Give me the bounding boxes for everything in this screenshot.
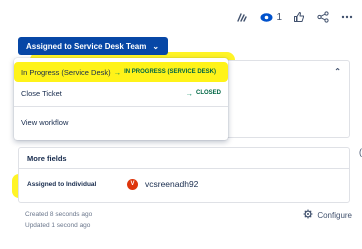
transition-in-progress[interactable]: In Progress (Service Desk) → IN PROGRESS…: [14, 64, 228, 80]
status-lozenge: CLOSED: [195, 90, 221, 96]
issue-side-panel: 1 Assigned to Service Desk Team ⌄ ⌃ In P…: [0, 0, 362, 249]
view-workflow-label: View workflow: [21, 117, 69, 127]
more-fields-title: More fields: [27, 153, 67, 163]
status-lozenge: IN PROGRESS (SERVICE DESK): [124, 69, 217, 75]
eye-icon: [259, 10, 273, 24]
assigned-individual-field[interactable]: Assigned to Individual V vcsreenadh92: [27, 176, 341, 192]
more-fields-header[interactable]: More fields: [19, 148, 349, 168]
arrow-right-icon: →: [113, 67, 122, 77]
panel-divider: [19, 168, 349, 169]
chevron-up-icon: ⌃: [334, 66, 341, 76]
share-icon[interactable]: [316, 10, 330, 24]
transition-dropdown: In Progress (Service Desk) → IN PROGRESS…: [14, 58, 228, 140]
updated-timestamp: Updated 1 second ago: [25, 222, 91, 229]
configure-label: Configure: [317, 210, 352, 220]
gear-icon: [303, 209, 313, 221]
more-actions-icon[interactable]: [340, 10, 354, 24]
status-label: Assigned to Service Desk Team: [26, 41, 147, 51]
dropdown-divider: [14, 106, 228, 107]
watch-button[interactable]: 1: [259, 10, 282, 24]
configure-button[interactable]: Configure: [303, 209, 352, 221]
transition-name: Close Ticket: [21, 88, 62, 98]
chevron-down-icon: ⌄: [152, 41, 160, 51]
thumbs-up-icon[interactable]: [292, 10, 306, 24]
transition-name: In Progress (Service Desk): [21, 67, 111, 77]
avatar: V: [127, 178, 138, 190]
assignee-name: vcsreenadh92: [145, 179, 199, 189]
status-transition-button[interactable]: Assigned to Service Desk Team ⌄: [18, 37, 169, 55]
assigned-individual-label: Assigned to Individual: [27, 180, 97, 188]
more-fields-panel: More fields Assigned to Individual V vcs…: [18, 147, 350, 203]
created-timestamp: Created 8 seconds ago: [25, 211, 93, 218]
watch-count: 1: [276, 11, 282, 23]
issue-actions-bar: 1: [235, 10, 354, 24]
arrow-right-icon: →: [185, 88, 193, 98]
transition-close-ticket[interactable]: Close Ticket → CLOSED: [14, 84, 228, 102]
view-workflow-link[interactable]: View workflow: [14, 112, 228, 132]
feedback-icon[interactable]: [235, 10, 249, 24]
